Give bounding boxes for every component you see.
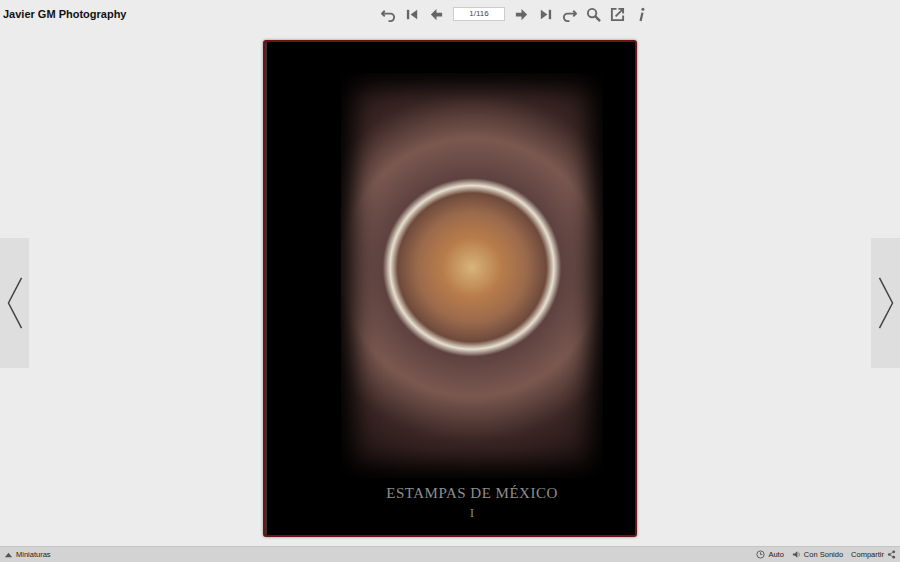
next-page-button[interactable] xyxy=(871,238,900,368)
speaker-icon xyxy=(792,550,801,559)
chevron-right-icon xyxy=(876,275,896,331)
flipbook-viewer: Javier GM Photography 1/116 ESTAMPAS DE MÉ… xyxy=(0,0,900,562)
previous-page-button[interactable] xyxy=(0,238,29,368)
undo-icon[interactable] xyxy=(381,7,396,22)
toolbar: 1/116 xyxy=(381,7,649,22)
last-page-icon[interactable] xyxy=(538,7,553,22)
export-icon[interactable] xyxy=(610,7,625,22)
chevron-left-icon xyxy=(5,275,25,331)
sound-button[interactable]: Con Sonido xyxy=(792,550,843,559)
book-cover[interactable]: ESTAMPAS DE MÉXICO I xyxy=(263,40,637,537)
share-icon xyxy=(887,550,896,559)
share-button[interactable]: Compartir xyxy=(851,550,896,559)
autoplay-button[interactable]: Auto xyxy=(756,550,783,559)
triangle-up-icon xyxy=(4,550,13,559)
page-field[interactable]: 1/116 xyxy=(453,7,505,21)
thumbnails-button[interactable]: Miniaturas xyxy=(4,550,51,559)
redo-icon[interactable] xyxy=(562,7,577,22)
first-page-icon[interactable] xyxy=(405,7,420,22)
status-bar: Miniaturas Auto Con Sonido Compartir xyxy=(0,546,900,562)
info-icon[interactable] xyxy=(634,7,649,22)
previous-page-icon[interactable] xyxy=(429,7,444,22)
next-page-icon[interactable] xyxy=(514,7,529,22)
viewer-stage: ESTAMPAS DE MÉXICO I xyxy=(0,28,900,546)
site-title[interactable]: Javier GM Photography xyxy=(0,8,381,20)
search-icon[interactable] xyxy=(586,7,601,22)
dome-photo xyxy=(341,73,603,478)
top-bar: Javier GM Photography 1/116 xyxy=(0,0,900,28)
cover-photo xyxy=(341,73,603,478)
cover-title: ESTAMPAS DE MÉXICO xyxy=(386,485,557,502)
cover-volume: I xyxy=(470,506,474,521)
clock-icon xyxy=(756,550,765,559)
